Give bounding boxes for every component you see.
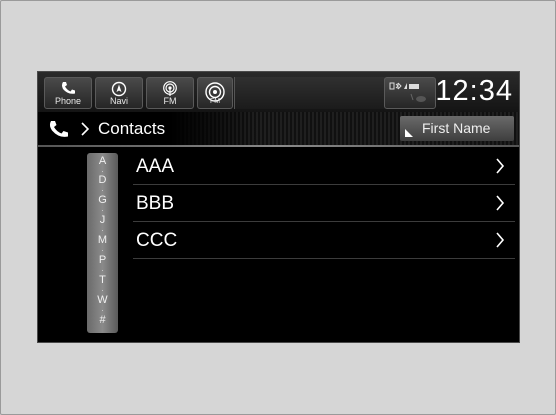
alphabet-index[interactable]: A · D · G · J · M · P · T · W · #: [87, 153, 118, 333]
page-title: Contacts: [98, 119, 166, 138]
header-divider: [38, 145, 519, 147]
phone-connected-icon: [389, 82, 395, 90]
now-playing-fm-label: FM: [209, 98, 221, 105]
contact-row[interactable]: CCC: [133, 222, 515, 259]
head-unit-screen: Phone Navi FM FM 12:34 Contacts First Na…: [37, 71, 520, 343]
index-letter[interactable]: T: [87, 274, 118, 286]
index-letter[interactable]: #: [87, 314, 118, 326]
status-indicators[interactable]: [384, 77, 436, 109]
chevron-right-icon: [496, 158, 505, 174]
index-letter[interactable]: W: [87, 294, 118, 306]
contact-name: CCC: [136, 230, 178, 251]
contact-row[interactable]: BBB: [133, 185, 515, 222]
cloud-icon: [416, 96, 426, 102]
battery-icon: [409, 84, 419, 89]
sort-order-button[interactable]: First Name: [400, 116, 514, 141]
index-letter[interactable]: G: [87, 194, 118, 206]
radio-broadcast-icon: [163, 81, 177, 96]
top-bar-spacer: [234, 77, 385, 109]
top-bar: Phone Navi FM FM 12:34: [38, 72, 519, 112]
phone-shortcut-button[interactable]: Phone: [44, 77, 92, 109]
navi-shortcut-label: Navi: [109, 96, 128, 106]
phone-icon[interactable]: [48, 120, 70, 138]
now-playing-fm-button[interactable]: FM: [197, 77, 233, 109]
device-frame: Phone Navi FM FM 12:34 Contacts First Na…: [0, 0, 556, 415]
chevron-right-icon: [496, 232, 505, 248]
contact-name: AAA: [136, 156, 175, 177]
chevron-right-icon: [81, 122, 90, 136]
contact-row[interactable]: AAA: [133, 148, 515, 185]
phone-icon: [62, 82, 75, 94]
phone-shortcut-label: Phone: [54, 96, 82, 106]
index-letter[interactable]: P: [87, 254, 118, 266]
corner-triangle-icon: [405, 129, 413, 137]
chevron-right-icon: [496, 195, 505, 211]
index-letter[interactable]: D: [87, 174, 118, 186]
bluetooth-icon: [395, 82, 402, 90]
contacts-header: Contacts First Name: [38, 112, 519, 145]
fm-shortcut-label: FM: [163, 96, 177, 106]
status-icons: [389, 82, 426, 102]
index-letter[interactable]: M: [87, 234, 118, 246]
index-letter[interactable]: A: [87, 155, 118, 167]
fm-shortcut-button[interactable]: FM: [146, 77, 194, 109]
contact-name: BBB: [136, 193, 175, 214]
navi-shortcut-button[interactable]: Navi: [95, 77, 143, 109]
index-letter[interactable]: J: [87, 214, 118, 226]
clock: 12:34: [435, 75, 513, 107]
sort-order-label: First Name: [422, 120, 491, 136]
navigation-icon: [111, 81, 127, 97]
signal-strength-icon: [404, 83, 407, 89]
